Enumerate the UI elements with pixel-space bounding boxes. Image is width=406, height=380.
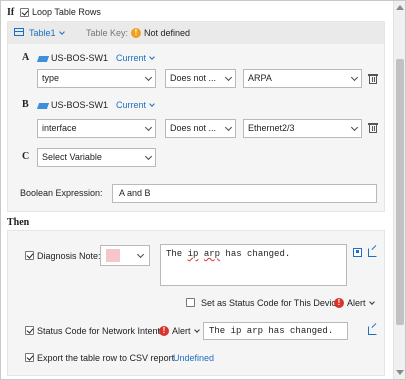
export-csv-label: Export the table row to CSV report [37,353,175,363]
chevron-down-icon [144,123,153,132]
condition-b-operator-select[interactable]: Does not ... [165,119,236,138]
intent-condition-editor: If Loop Table Rows Table1 Table Key: ! N… [0,0,406,380]
condition-c-letter: C [22,151,30,162]
open-external-icon[interactable] [368,326,377,335]
condition-a-mode-label: Current [116,53,147,63]
condition-panel: Table1 Table Key: ! Not defined A US-BOS… [7,21,385,212]
condition-b-letter: B [22,99,29,110]
set-status-code-checkbox[interactable] [186,298,195,307]
note-text-part: The [166,249,188,259]
chevron-down-icon [149,54,155,60]
condition-b-variable-value: interface [42,123,77,133]
boolean-expression-input[interactable]: A and B [112,184,377,203]
scroll-down-arrow-icon[interactable] [396,370,404,375]
condition-c-placeholder: Select Variable [42,152,102,162]
note-text-misspelled-ip: ip [187,249,199,259]
network-intent-level-select[interactable]: Alert [172,326,200,336]
edit-note-icon[interactable] [353,248,362,257]
condition-a-variable-select[interactable]: type [37,69,156,88]
network-intent-status-label: Status Code for Network Intent [37,326,161,336]
table-tabs-bar: Table1 Table Key: ! Not defined [8,22,384,44]
warning-icon: ! [131,28,141,38]
color-swatch [106,249,120,262]
chevron-down-icon [193,327,200,333]
vertical-scrollbar[interactable] [393,1,405,379]
loop-table-rows-checkbox[interactable] [20,8,29,17]
chevron-down-icon [224,123,233,132]
network-intent-level-value: Alert [172,326,191,336]
condition-a-operator-value: Does not ... [170,73,217,83]
condition-b-value: Ethernet2/3 [248,123,295,133]
table-icon [14,28,24,36]
scroll-up-arrow-icon[interactable] [396,5,404,10]
note-color-picker[interactable] [100,245,150,266]
export-csv-checkbox[interactable] [25,353,34,362]
condition-a-letter: A [22,52,30,63]
open-external-icon[interactable] [368,248,377,257]
chevron-down-icon [350,73,359,82]
diagnosis-note-label: Diagnosis Note: [37,251,101,261]
condition-a-value: ARPA [248,73,272,83]
table-tab[interactable]: Table1 [29,28,65,38]
chevron-down-icon [149,101,155,107]
condition-b-value-select[interactable]: Ethernet2/3 [243,119,362,138]
export-csv-value-link[interactable]: Undefined [173,353,214,363]
delete-condition-b-icon[interactable] [368,123,378,133]
chevron-down-icon [58,29,65,35]
condition-a-device[interactable]: US-BOS-SW1 [51,53,108,63]
note-text-part: has changed. [220,249,291,259]
table-key-label: Table Key: [86,28,129,38]
condition-b-mode[interactable]: Current [116,100,155,110]
condition-c-variable-select[interactable]: Select Variable [37,148,156,167]
set-status-level-select[interactable]: Alert [347,298,375,308]
chevron-down-icon [144,152,153,161]
scroll-thumb[interactable] [396,59,404,325]
note-text-misspelled-arp: arp [203,249,221,259]
chevron-down-icon [224,73,233,82]
diagnosis-note-checkbox[interactable] [25,251,34,260]
chevron-down-icon [136,250,145,259]
network-intent-status-text[interactable]: The ip arp has changed. [203,322,348,340]
set-status-code-label: Set as Status Code for This Device [201,298,341,308]
condition-a-operator-select[interactable]: Does not ... [165,69,236,88]
chevron-down-icon [144,73,153,82]
table-key-value: Not defined [144,28,191,38]
delete-condition-a-icon[interactable] [368,74,378,84]
set-status-level-value: Alert [347,298,366,308]
device-icon [36,103,50,109]
alert-icon: ! [159,326,169,336]
condition-b-mode-label: Current [116,100,147,110]
condition-a-value-select[interactable]: ARPA [243,69,362,88]
alert-icon: ! [334,298,344,308]
condition-a-mode[interactable]: Current [116,53,155,63]
chevron-down-icon [350,123,359,132]
then-panel: Diagnosis Note: The ip arp has changed. … [7,230,385,376]
network-intent-status-checkbox[interactable] [25,326,34,335]
then-title: Then [7,217,30,228]
device-icon [36,56,50,62]
condition-a-variable-value: type [42,73,60,83]
table-tab-label: Table1 [29,28,56,38]
diagnosis-note-textarea[interactable]: The ip arp has changed. [160,244,347,286]
if-title: If [7,7,15,18]
loop-table-rows-label: Loop Table Rows [32,7,101,17]
chevron-down-icon [368,299,375,305]
condition-b-variable-select[interactable]: interface [37,119,156,138]
condition-b-device[interactable]: US-BOS-SW1 [51,100,108,110]
boolean-expression-label: Boolean Expression: [20,188,103,198]
condition-b-operator-value: Does not ... [170,123,217,133]
